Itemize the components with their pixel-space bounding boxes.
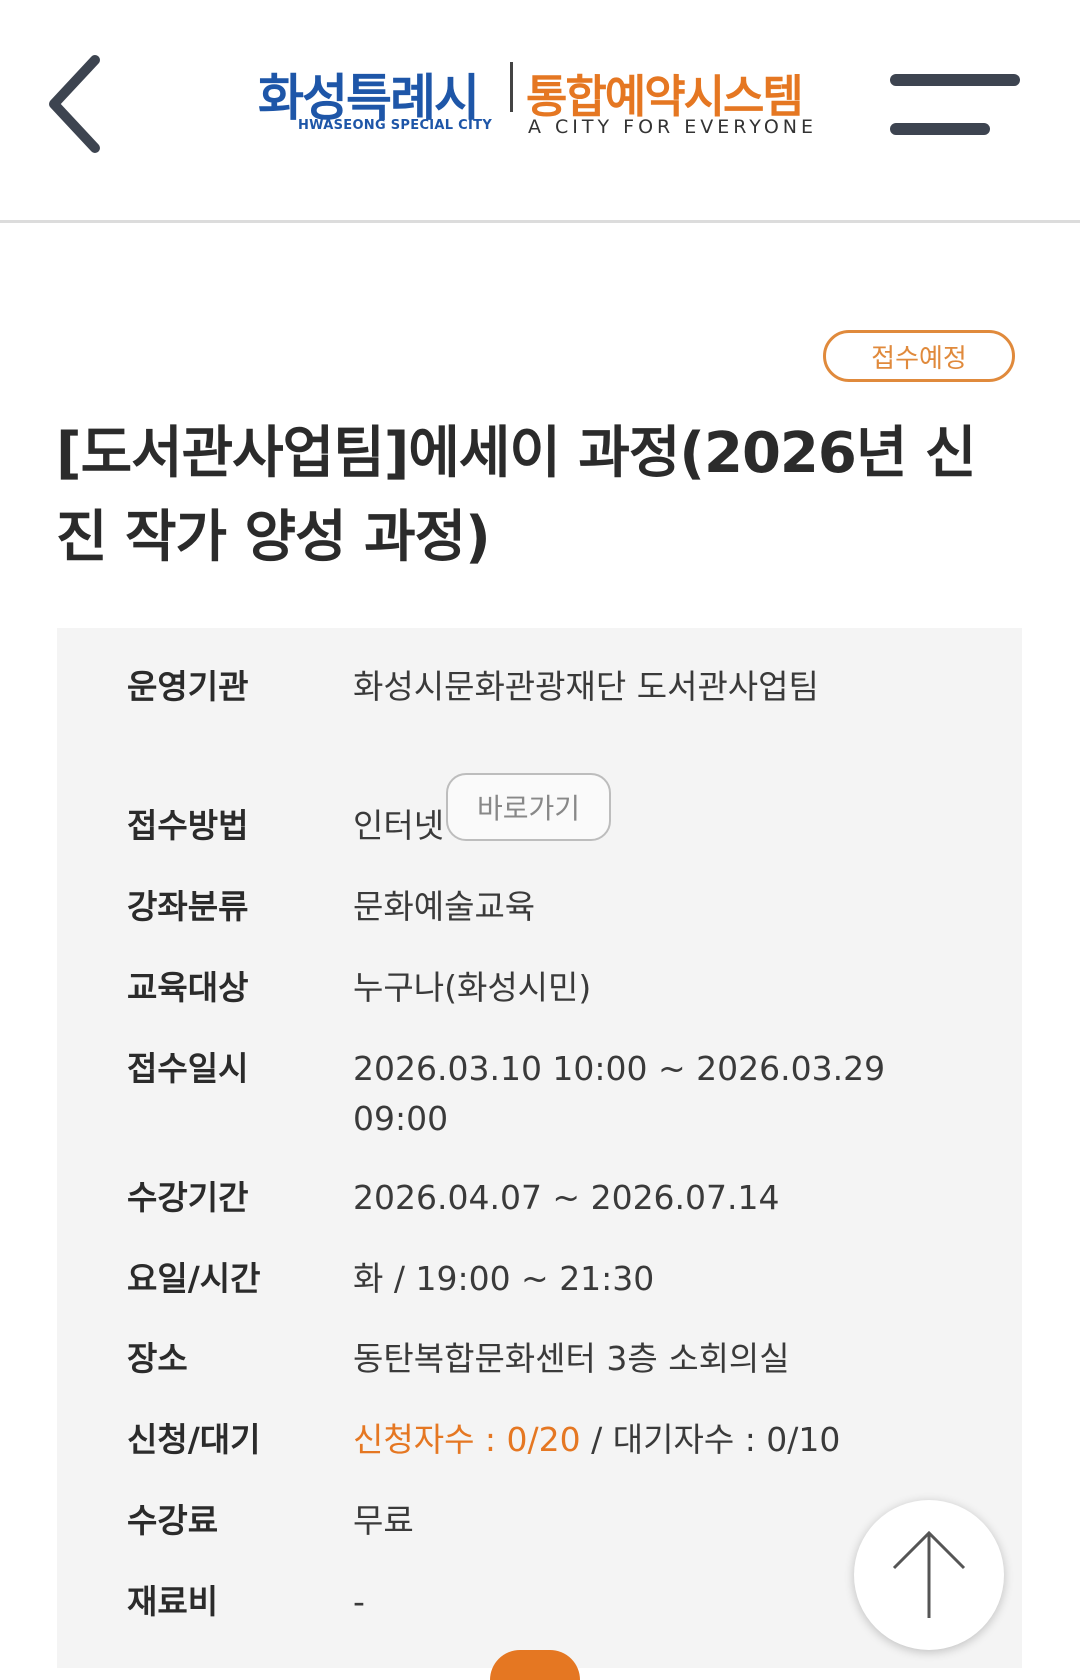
info-label: 운영기관 [127,667,249,706]
info-label: 교육대상 [127,968,249,1007]
info-label: 신청/대기 [127,1420,261,1459]
arrow-up-icon [892,1530,966,1618]
info-value: 누구나(화성시민) [353,968,592,1007]
info-label: 수강기간 [127,1178,249,1217]
bottom-action-button-edge[interactable] [490,1650,580,1680]
info-value: 2026.04.07 ~ 2026.07.14 [353,1178,780,1217]
info-label: 요일/시간 [127,1259,261,1298]
info-label: 접수방법 [127,806,249,845]
hamburger-menu-icon [890,74,1020,135]
info-label: 강좌분류 [127,887,249,926]
info-label: 재료비 [127,1582,219,1621]
chevron-left-icon [49,55,100,153]
info-value: 2026.03.10 10:00 ~ 2026.03.29 09:00 [353,1049,886,1138]
info-value: 화성시문화관광재단 도서관사업팀 [353,667,819,706]
info-label: 장소 [127,1339,188,1378]
menu-button[interactable] [886,70,1024,140]
info-label: 접수일시 [127,1049,249,1088]
info-value: 신청자수 : 0/20 / 대기자수 : 0/10 [353,1415,993,1465]
waitlist-count: 대기자수 : 0/10 [612,1420,841,1459]
info-label: 수강료 [127,1501,219,1540]
site-logo[interactable]: 화성특례시 HWASEONG SPECIAL CITY 통합예약시스템 A CI… [258,56,818,146]
logo-slogan: A CITY FOR EVERYONE [528,116,818,138]
info-value: 동탄복합문화센터 3층 소회의실 [353,1339,790,1378]
info-value: 인터넷 [353,806,445,845]
info-value: 화 / 19:00 ~ 21:30 [353,1259,655,1298]
logo-divider [510,62,513,112]
app-header: 화성특례시 HWASEONG SPECIAL CITY 통합예약시스템 A CI… [0,0,1080,223]
applicant-count: 신청자수 : 0/20 [353,1420,581,1459]
page-title: [도서관사업팀]에세이 과정(2026년 신진 작가 양성 과정) [56,421,976,570]
count-separator: / [580,1420,613,1459]
logo-city-name-en: HWASEONG SPECIAL CITY [298,118,493,133]
scroll-to-top-button[interactable] [854,1500,1004,1650]
info-value: 문화예술교육 [353,887,536,926]
status-badge: 접수예정 [823,330,1015,382]
back-button[interactable] [40,52,110,157]
